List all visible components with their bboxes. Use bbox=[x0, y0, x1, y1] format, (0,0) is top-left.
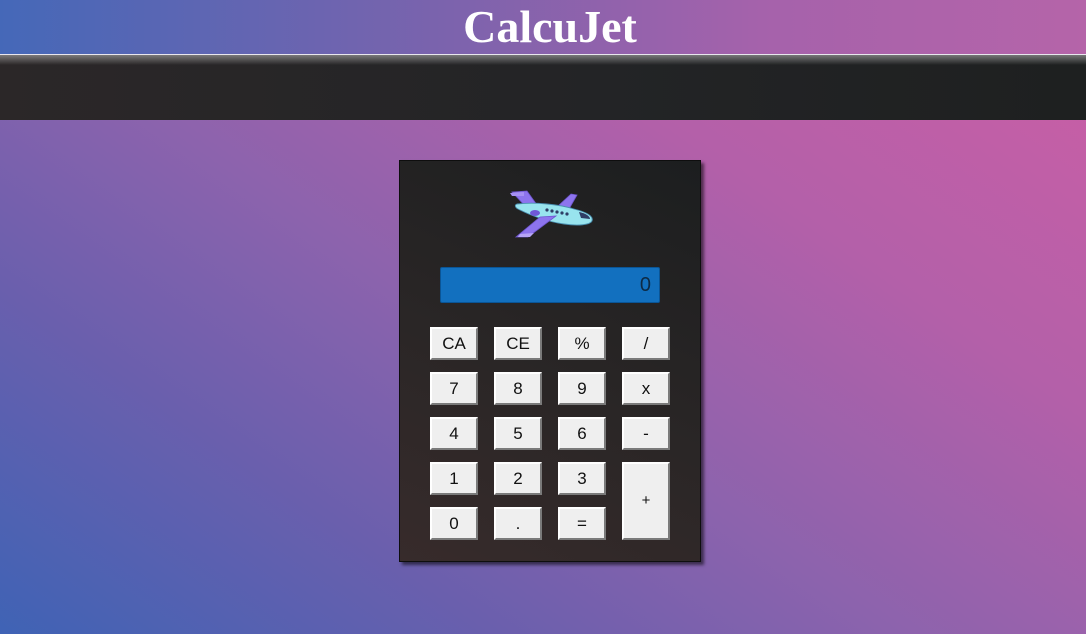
clear-entry-button[interactable]: CE bbox=[494, 327, 542, 360]
airplane-icon bbox=[510, 190, 593, 238]
digit-3-button[interactable]: 3 bbox=[558, 462, 606, 495]
equals-button[interactable]: = bbox=[558, 507, 606, 540]
digit-4-button[interactable]: 4 bbox=[430, 417, 478, 450]
page-title: CalcuJet bbox=[463, 1, 637, 52]
plus-button[interactable]: + bbox=[622, 462, 670, 540]
calculator: 0 CA CE % / 7 8 9 x 4 5 6 - 1 2 3 + 0 . … bbox=[399, 160, 701, 562]
percent-button[interactable]: % bbox=[558, 327, 606, 360]
digit-2-button[interactable]: 2 bbox=[494, 462, 542, 495]
calculator-display: 0 bbox=[440, 267, 660, 303]
digit-5-button[interactable]: 5 bbox=[494, 417, 542, 450]
navbar-highlight bbox=[0, 55, 1086, 65]
digit-6-button[interactable]: 6 bbox=[558, 417, 606, 450]
minus-button[interactable]: - bbox=[622, 417, 670, 450]
digit-9-button[interactable]: 9 bbox=[558, 372, 606, 405]
digit-0-button[interactable]: 0 bbox=[430, 507, 478, 540]
digit-8-button[interactable]: 8 bbox=[494, 372, 542, 405]
digit-7-button[interactable]: 7 bbox=[430, 372, 478, 405]
clear-all-button[interactable]: CA bbox=[430, 327, 478, 360]
digit-1-button[interactable]: 1 bbox=[430, 462, 478, 495]
divide-button[interactable]: / bbox=[622, 327, 670, 360]
multiply-button[interactable]: x bbox=[622, 372, 670, 405]
decimal-button[interactable]: . bbox=[494, 507, 542, 540]
